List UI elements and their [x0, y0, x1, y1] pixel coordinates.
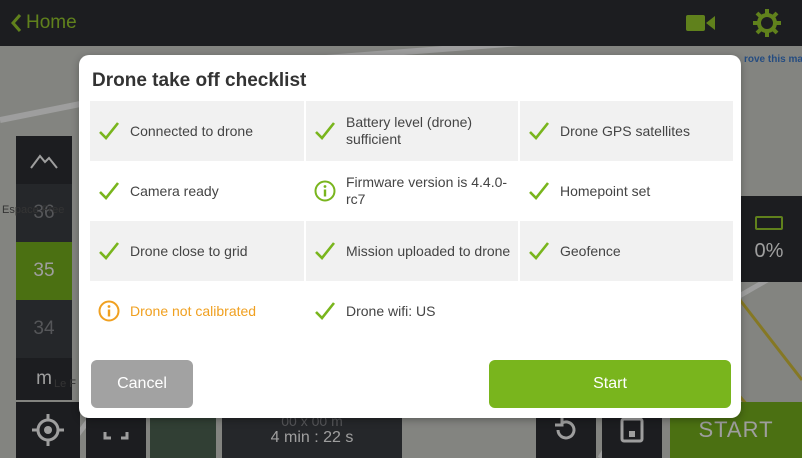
checklist-item-label: Drone not calibrated [130, 302, 257, 319]
checklist-item-label: Homepoint set [560, 182, 651, 199]
checklist-item: Drone wifi: US [304, 281, 518, 341]
checkmark-icon [99, 122, 120, 140]
checklist-item: Geofence [518, 221, 732, 281]
checklist-item: Camera ready [90, 161, 304, 221]
checklist-item: Drone GPS satellites [518, 101, 732, 161]
checkmark-icon [529, 122, 550, 140]
info-icon [314, 180, 336, 202]
checkmark-icon [315, 302, 336, 320]
checklist-item: Connected to drone [90, 101, 304, 161]
checklist-row: Connected to drone Battery level (drone) … [90, 101, 733, 161]
checklist-item-label: Mission uploaded to drone [346, 242, 511, 259]
checklist-item-label: Drone close to grid [130, 242, 248, 259]
checkmark-icon [315, 242, 336, 260]
start-button[interactable]: Start [489, 360, 731, 408]
checklist-item [518, 281, 732, 341]
checkmark-icon [99, 242, 120, 260]
checklist-item-label: Battery level (drone) sufficient [346, 114, 473, 147]
checklist-item-label: Firmware version is 4.4.0-rc7 [346, 174, 508, 207]
checklist-grid: Connected to drone Battery level (drone) … [90, 101, 733, 341]
checklist-item-label: Drone wifi: US [346, 302, 436, 319]
dialog-title: Drone take off checklist [92, 70, 307, 91]
checklist-row: Camera ready Firmware version is 4.4.0-rc… [90, 161, 733, 221]
checklist-item: Battery level (drone) sufficient [304, 101, 518, 161]
checkmark-icon [99, 182, 120, 200]
checklist-row: Drone close to grid Mission uploaded to d… [90, 221, 733, 281]
checklist-item: Firmware version is 4.4.0-rc7 [304, 161, 518, 221]
checklist-item-label: Drone GPS satellites [560, 122, 690, 139]
checklist-item-label: Connected to drone [130, 122, 253, 139]
checklist-item: Drone not calibrated [90, 281, 304, 341]
checklist-item-label: Camera ready [130, 182, 219, 199]
checkmark-icon [529, 242, 550, 260]
checklist-row: Drone not calibrated Drone wifi: US [90, 281, 733, 341]
checklist-item: Drone close to grid [90, 221, 304, 281]
checklist-item: Mission uploaded to drone [304, 221, 518, 281]
checklist-item-label: Geofence [560, 242, 621, 259]
cancel-button[interactable]: Cancel [91, 360, 193, 408]
checklist-item: Homepoint set [518, 161, 732, 221]
checkmark-icon [529, 182, 550, 200]
checkmark-icon [315, 122, 336, 140]
info-icon [98, 300, 120, 322]
takeoff-checklist-dialog: Drone take off checklist Connected to dr… [79, 55, 741, 418]
